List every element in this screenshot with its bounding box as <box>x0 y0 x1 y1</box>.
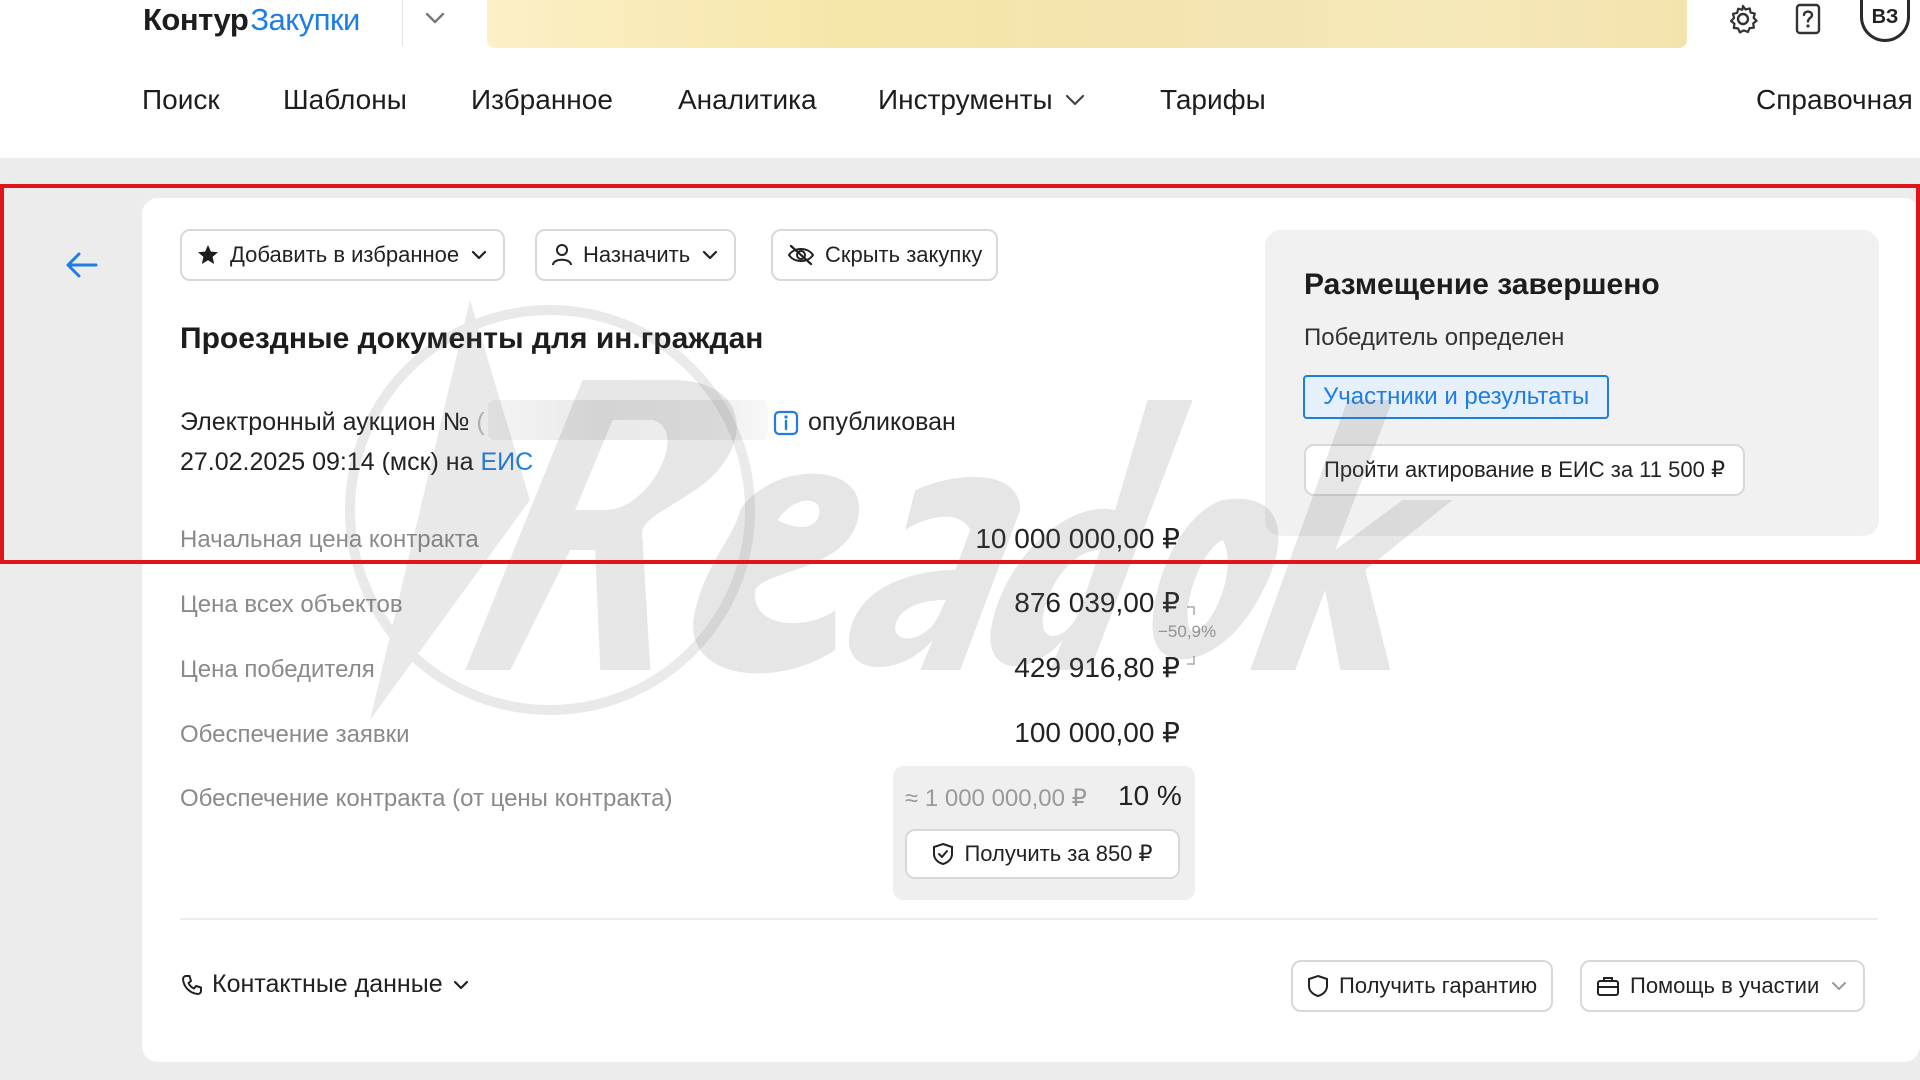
avatar[interactable]: ВЗ <box>1860 0 1910 42</box>
nav-item-label: Шаблоны <box>283 84 407 115</box>
nav-item-reference[interactable]: Справочная <box>1756 84 1913 116</box>
publish-date-line: 27.02.2025 09:14 (мск) на ЕИС <box>180 448 533 477</box>
winner-price-label: Цена победителя <box>180 656 375 683</box>
shield-icon <box>1308 974 1328 998</box>
logo[interactable]: Контур Закупки <box>143 0 360 40</box>
promo-banner[interactable] <box>487 0 1687 48</box>
nav-item-favorites[interactable]: Избранное <box>471 84 613 116</box>
nav-item-analytics[interactable]: Аналитика <box>678 84 817 116</box>
nav-item-tools[interactable]: Инструменты <box>878 84 1087 116</box>
price-diff-percent: −50,9% <box>1158 622 1217 641</box>
winner-price-value: 429 916,80 ₽ <box>1014 652 1180 683</box>
status-title: Размещение завершено <box>1304 268 1660 301</box>
chevron-down-icon <box>703 250 718 260</box>
nav-item-label: Избранное <box>471 84 613 115</box>
help-participation-button[interactable]: Помощь в участии <box>1580 960 1866 1012</box>
eis-link[interactable]: ЕИС <box>480 448 533 476</box>
help-icon[interactable] <box>1791 2 1825 36</box>
nav-item-label: Инструменты <box>878 84 1053 115</box>
get-guarantee-label: Получить гарантию <box>1339 973 1538 998</box>
nav-item-label: Справочная <box>1756 84 1913 115</box>
add-to-favorites-button[interactable]: Добавить в избранное <box>180 229 506 281</box>
contract-security-label: Обеспечение контракта (от цены контракта… <box>180 785 673 812</box>
status-subtitle: Победитель определен <box>1304 324 1565 351</box>
phone-icon <box>182 974 202 995</box>
diff-bracket-bottom <box>1187 656 1195 665</box>
contacts-toggle[interactable]: Контактные данные <box>180 970 471 999</box>
logo-divider <box>402 0 403 46</box>
star-icon <box>198 245 218 264</box>
auction-prefix: Электронный аукцион № <box>180 408 470 436</box>
bid-security-value: 100 000,00 ₽ <box>1014 717 1180 748</box>
auction-number-open: ( <box>476 408 485 436</box>
top-bar: Контур Закупки ВЗ Поиск Шаблоны Избранно… <box>0 0 1920 158</box>
purchase-title: Проездные документы для ин.граждан <box>180 322 764 355</box>
eis-acting-button[interactable]: Пройти актирование в ЕИС за 11 500 ₽ <box>1304 444 1745 496</box>
user-icon <box>552 244 572 266</box>
logo-part-1: Контур <box>143 2 249 37</box>
chevron-down-icon <box>472 250 487 260</box>
nav-item-tariffs[interactable]: Тарифы <box>1160 84 1266 116</box>
info-icon[interactable] <box>773 410 799 436</box>
diff-bracket-top <box>1187 606 1195 615</box>
hide-purchase-button[interactable]: Скрыть закупку <box>771 229 999 281</box>
divider <box>180 918 1878 920</box>
assign-label: Назначить <box>583 242 691 267</box>
chevron-down-icon[interactable] <box>422 8 448 28</box>
all-objects-price-value: 876 039,00 ₽ <box>1014 587 1180 618</box>
add-to-favorites-label: Добавить в избранное <box>230 242 460 267</box>
logo-part-2: Закупки <box>250 2 360 37</box>
contract-security-percent: 10 % <box>1118 780 1182 811</box>
status-published: опубликован <box>808 408 956 436</box>
initial-price-value: 10 000 000,00 ₽ <box>975 523 1180 554</box>
initial-price-label: Начальная цена контракта <box>180 526 479 553</box>
nav-item-label: Тарифы <box>1160 84 1266 115</box>
contacts-label: Контактные данные <box>212 970 443 998</box>
get-guarantee-button[interactable]: Получить гарантию <box>1291 960 1554 1012</box>
get-guarantee-price-label: Получить за 850 ₽ <box>964 841 1153 866</box>
chevron-down-icon <box>453 980 468 989</box>
auction-type: Электронный аукцион № ( <box>180 408 485 437</box>
publish-date: 27.02.2025 09:14 (мск) на <box>180 448 481 476</box>
nav-item-label: Поиск <box>142 84 220 115</box>
eye-off-icon <box>787 244 815 266</box>
briefcase-icon <box>1597 977 1619 996</box>
nav-item-search[interactable]: Поиск <box>142 84 220 116</box>
all-objects-price-label: Цена всех объектов <box>180 591 403 618</box>
auction-number-redacted <box>488 400 768 440</box>
gear-icon[interactable] <box>1726 2 1760 36</box>
get-guarantee-price-button[interactable]: Получить за 850 ₽ <box>905 829 1180 879</box>
nav-item-templates[interactable]: Шаблоны <box>283 84 407 116</box>
back-arrow-icon[interactable] <box>62 248 102 282</box>
chevron-down-icon <box>1832 982 1847 990</box>
shield-icon <box>933 842 954 866</box>
contract-security-amount: ≈ 1 000 000,00 ₽ <box>905 785 1087 812</box>
nav-item-label: Аналитика <box>678 84 817 115</box>
help-participation-label: Помощь в участии <box>1630 973 1820 998</box>
hide-purchase-label: Скрыть закупку <box>825 242 983 267</box>
chevron-down-icon <box>1065 94 1084 106</box>
assign-button[interactable]: Назначить <box>535 229 737 281</box>
bid-security-label: Обеспечение заявки <box>180 721 410 748</box>
participants-results-button[interactable]: Участники и результаты <box>1303 375 1610 419</box>
